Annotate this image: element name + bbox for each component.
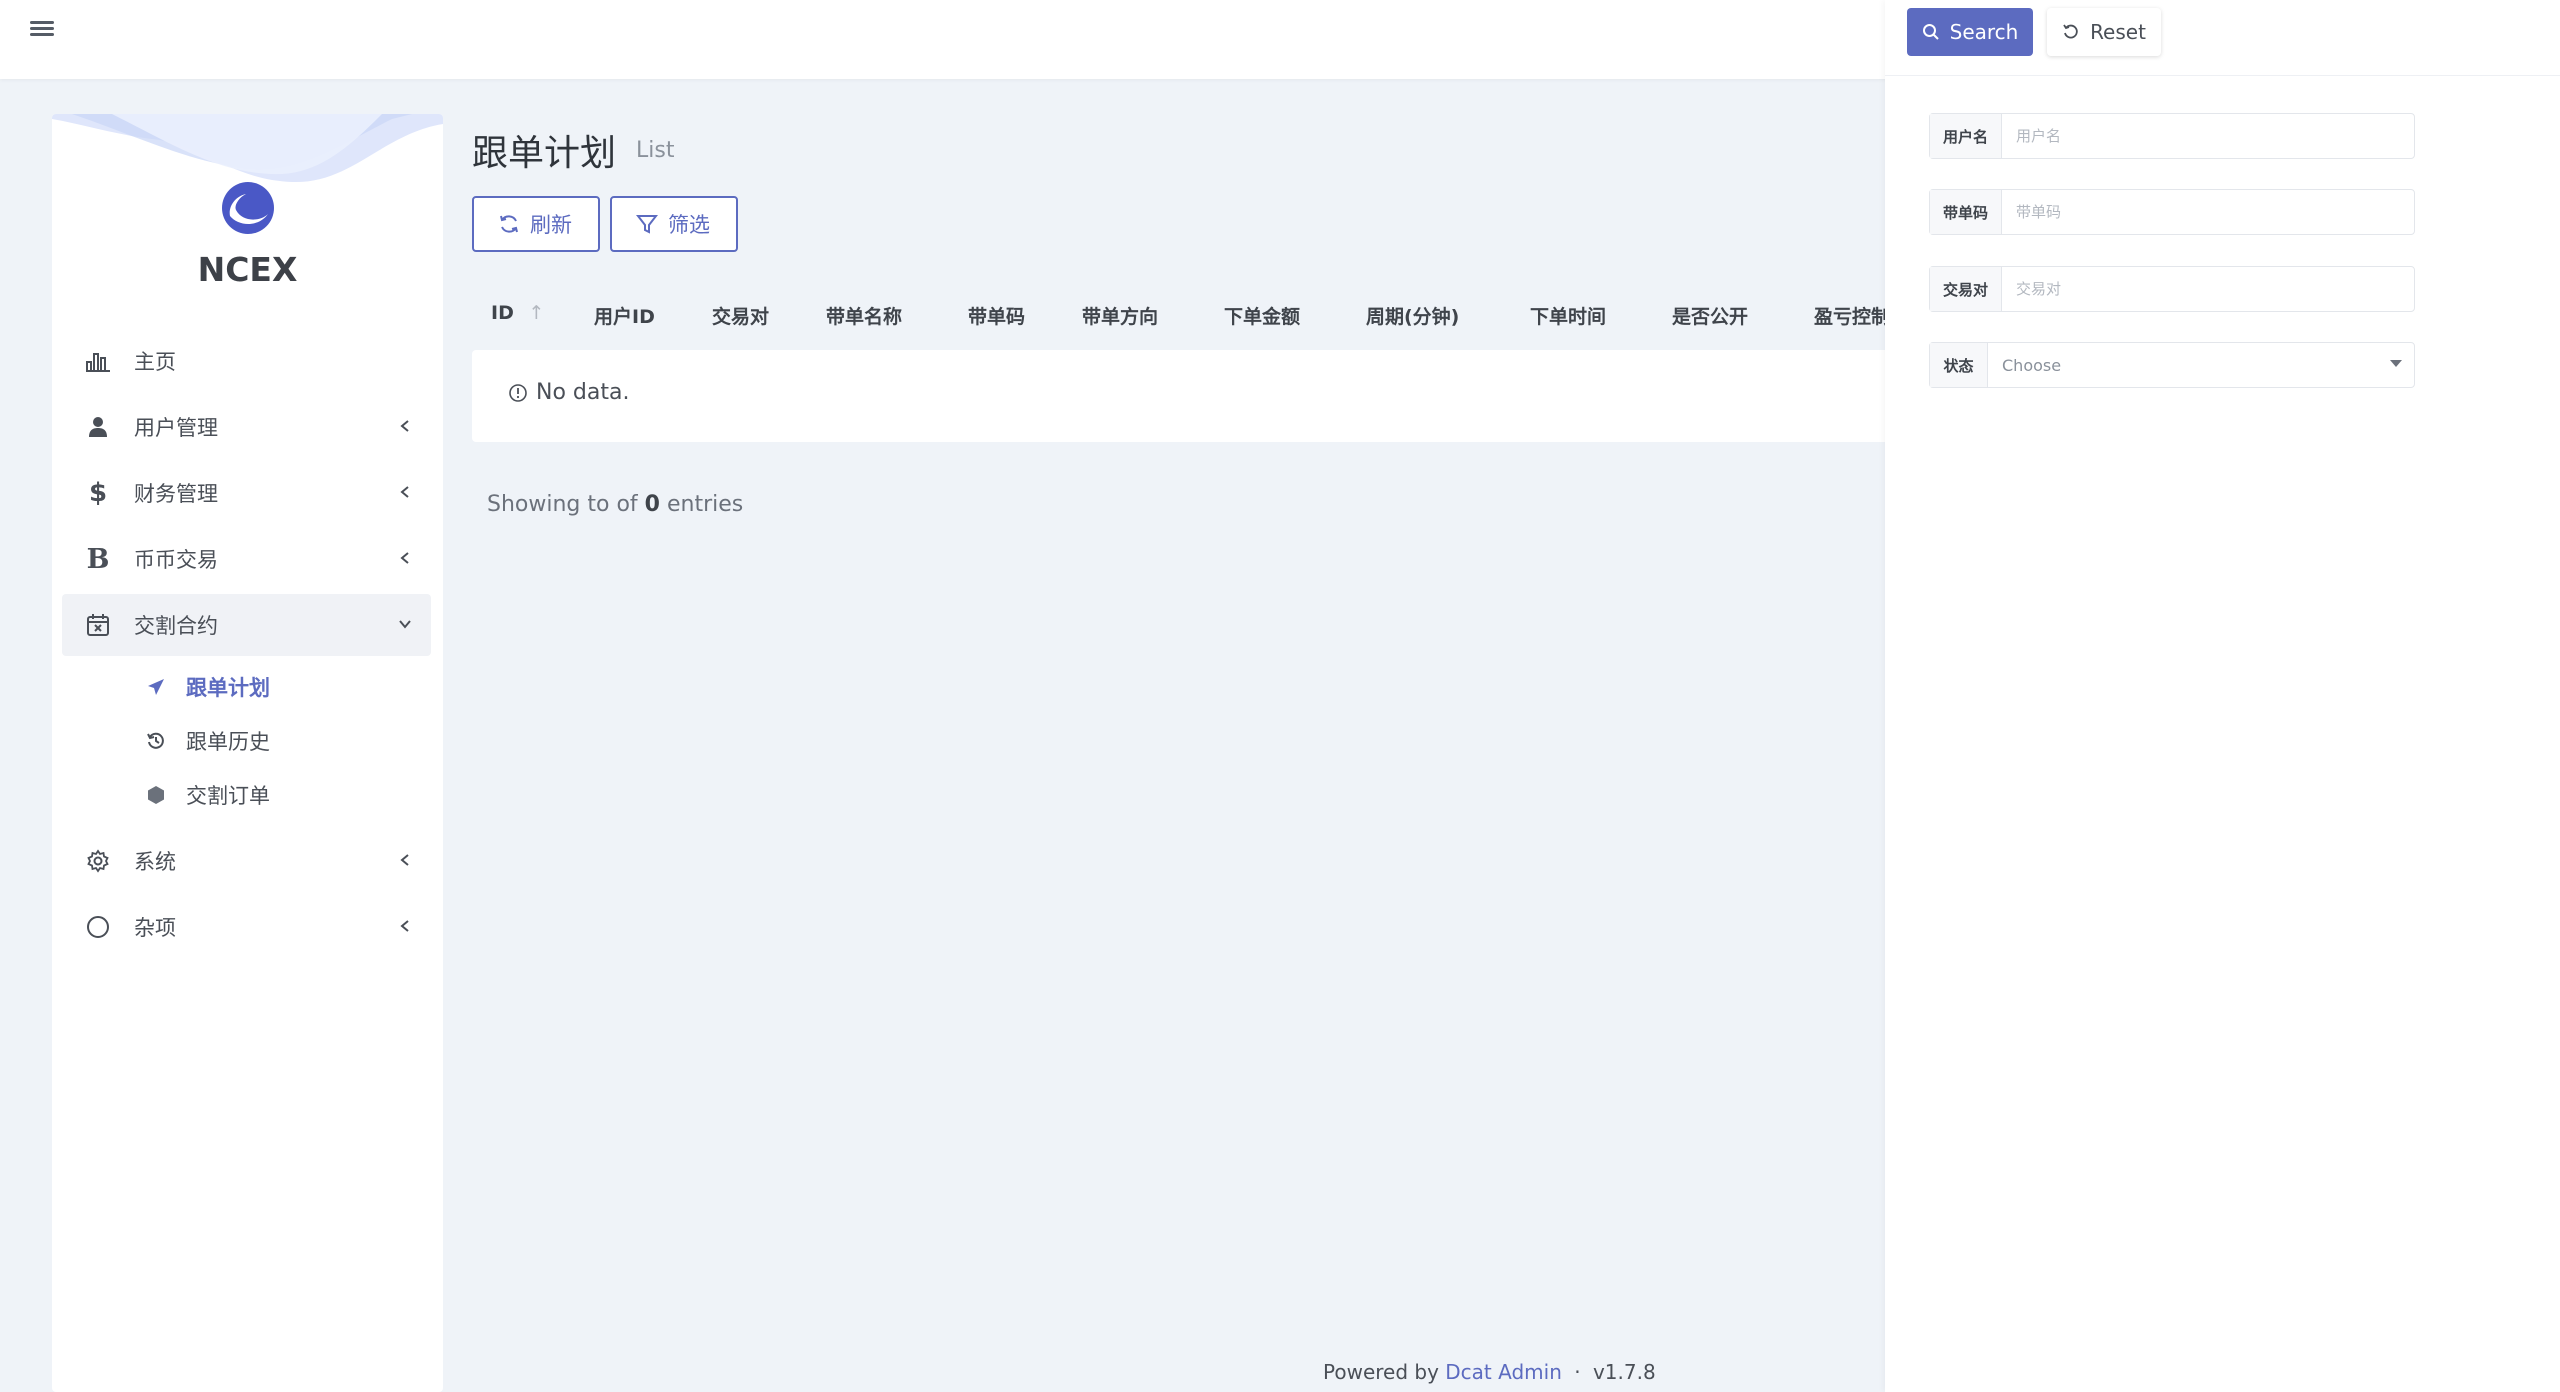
sidebar-item-misc[interactable]: 杂项 xyxy=(62,896,431,958)
sidebar-item-label: 交割合约 xyxy=(134,614,218,638)
status-select-value: Choose xyxy=(2002,355,2062,375)
bar-chart-icon xyxy=(84,347,112,375)
refresh-icon xyxy=(500,215,518,233)
submenu-item-delivery-orders[interactable]: 交割订单 xyxy=(62,768,431,822)
info-circle-icon xyxy=(509,383,527,402)
circle-icon xyxy=(84,913,112,941)
chevron-left-icon xyxy=(400,920,409,932)
reset-button[interactable]: Reset xyxy=(2047,8,2161,56)
column-header-plan-name[interactable]: 带单名称 xyxy=(826,302,902,329)
plan-code-input[interactable] xyxy=(2002,190,2414,234)
plan-code-filter-label: 带单码 xyxy=(1930,190,2002,234)
chevron-left-icon xyxy=(400,486,409,498)
submenu-item-label: 跟单计划 xyxy=(186,676,270,700)
gear-icon xyxy=(84,847,112,875)
pair-filter: 交易对 xyxy=(1929,266,2415,312)
sidebar-item-spot-trading[interactable]: B 币币交易 xyxy=(62,528,431,590)
pagination-summary: Showing to of 0 entries xyxy=(487,492,744,517)
search-button[interactable]: Search xyxy=(1907,8,2033,56)
brand-name: NCEX xyxy=(197,250,298,289)
column-header-period[interactable]: 周期(分钟) xyxy=(1366,302,1459,329)
search-icon xyxy=(1922,24,1939,40)
chevron-left-icon xyxy=(400,854,409,866)
sidebar-menu: 主页 用户管理 $ 财务管理 B 币币交易 交割合约 跟单计划 跟单历史 交割订… xyxy=(62,330,431,962)
username-input[interactable] xyxy=(2002,114,2414,158)
empty-text: No data. xyxy=(536,380,630,405)
column-header-pair[interactable]: 交易对 xyxy=(712,302,769,329)
hexagon-icon xyxy=(144,783,168,807)
plan-code-filter: 带单码 xyxy=(1929,189,2415,235)
sidebar-item-system[interactable]: 系统 xyxy=(62,830,431,892)
caret-down-icon xyxy=(2390,360,2402,367)
plane-icon xyxy=(144,675,168,699)
status-filter: 状态 Choose xyxy=(1929,342,2415,388)
sort-arrow-icon[interactable]: ↑ xyxy=(528,302,544,324)
users-icon xyxy=(84,413,112,441)
sidebar-item-delivery-contract[interactable]: 交割合约 xyxy=(62,594,431,656)
submenu-item-label: 交割订单 xyxy=(186,784,270,808)
chevron-down-icon xyxy=(399,620,411,629)
sidebar-item-label: 系统 xyxy=(134,850,176,874)
table-body: No data. xyxy=(472,350,1892,442)
filter-icon xyxy=(636,215,658,234)
column-header-amount[interactable]: 下单金额 xyxy=(1224,302,1300,329)
submenu-item-copy-history[interactable]: 跟单历史 xyxy=(62,714,431,768)
chevron-left-icon xyxy=(400,420,409,432)
filter-panel: Search Reset 用户名 带单码 交易对 状态 Choose xyxy=(1885,0,2560,1392)
column-header-user-id[interactable]: 用户ID xyxy=(594,302,655,329)
refresh-button[interactable]: 刷新 xyxy=(472,196,600,252)
empty-state: No data. xyxy=(508,380,629,405)
filter-button[interactable]: 筛选 xyxy=(610,196,738,252)
sidebar: NCEX 主页 用户管理 $ 财务管理 B 币币交易 交割合约 跟单计划 跟单历… xyxy=(52,114,443,1392)
username-filter: 用户名 xyxy=(1929,113,2415,159)
sidebar-item-label: 用户管理 xyxy=(134,416,218,440)
ncex-logo-icon xyxy=(222,182,274,234)
refresh-label: 刷新 xyxy=(530,213,572,237)
sidebar-item-home[interactable]: 主页 xyxy=(62,330,431,392)
status-select[interactable]: Choose xyxy=(1988,343,2414,387)
sidebar-item-label: 币币交易 xyxy=(134,548,218,572)
column-header-is-public[interactable]: 是否公开 xyxy=(1672,302,1748,329)
pair-input[interactable] xyxy=(2002,267,2414,311)
dcat-admin-link[interactable]: Dcat Admin xyxy=(1445,1360,1562,1384)
bitcoin-icon: B xyxy=(86,543,110,575)
sidebar-item-users[interactable]: 用户管理 xyxy=(62,396,431,458)
chevron-left-icon xyxy=(400,552,409,564)
filter-label: 筛选 xyxy=(668,213,710,237)
sidebar-item-label: 财务管理 xyxy=(134,482,218,506)
table-header: ID ↑ 用户ID 交易对 带单名称 带单码 带单方向 下单金额 周期(分钟) … xyxy=(472,284,1892,348)
sidebar-item-label: 主页 xyxy=(134,350,176,374)
column-header-order-time[interactable]: 下单时间 xyxy=(1530,302,1606,329)
sidebar-item-finance[interactable]: $ 财务管理 xyxy=(62,462,431,524)
menu-toggle-icon[interactable] xyxy=(30,18,54,42)
submenu-item-label: 跟单历史 xyxy=(186,730,270,754)
page-subtitle: List xyxy=(636,138,675,163)
history-icon xyxy=(144,729,168,753)
footer: Powered by Dcat Admin · v1.7.8 xyxy=(1323,1360,1656,1384)
column-header-plan-code[interactable]: 带单码 xyxy=(968,302,1025,329)
column-header-id[interactable]: ID ↑ xyxy=(491,302,544,324)
column-header-direction[interactable]: 带单方向 xyxy=(1082,302,1158,329)
page-title: 跟单计划 xyxy=(472,133,617,174)
submenu-item-copy-plan[interactable]: 跟单计划 xyxy=(62,660,431,714)
sidebar-item-label: 杂项 xyxy=(134,916,176,940)
dollar-icon: $ xyxy=(88,478,108,508)
undo-icon xyxy=(2063,24,2078,39)
status-filter-label: 状态 xyxy=(1930,343,1988,387)
pair-filter-label: 交易对 xyxy=(1930,267,2002,311)
username-filter-label: 用户名 xyxy=(1930,114,2002,158)
calendar-x-icon xyxy=(84,611,112,639)
column-header-pnl-control[interactable]: 盈亏控制 xyxy=(1814,302,1890,329)
filter-toolbar: Search Reset xyxy=(1885,0,2560,76)
